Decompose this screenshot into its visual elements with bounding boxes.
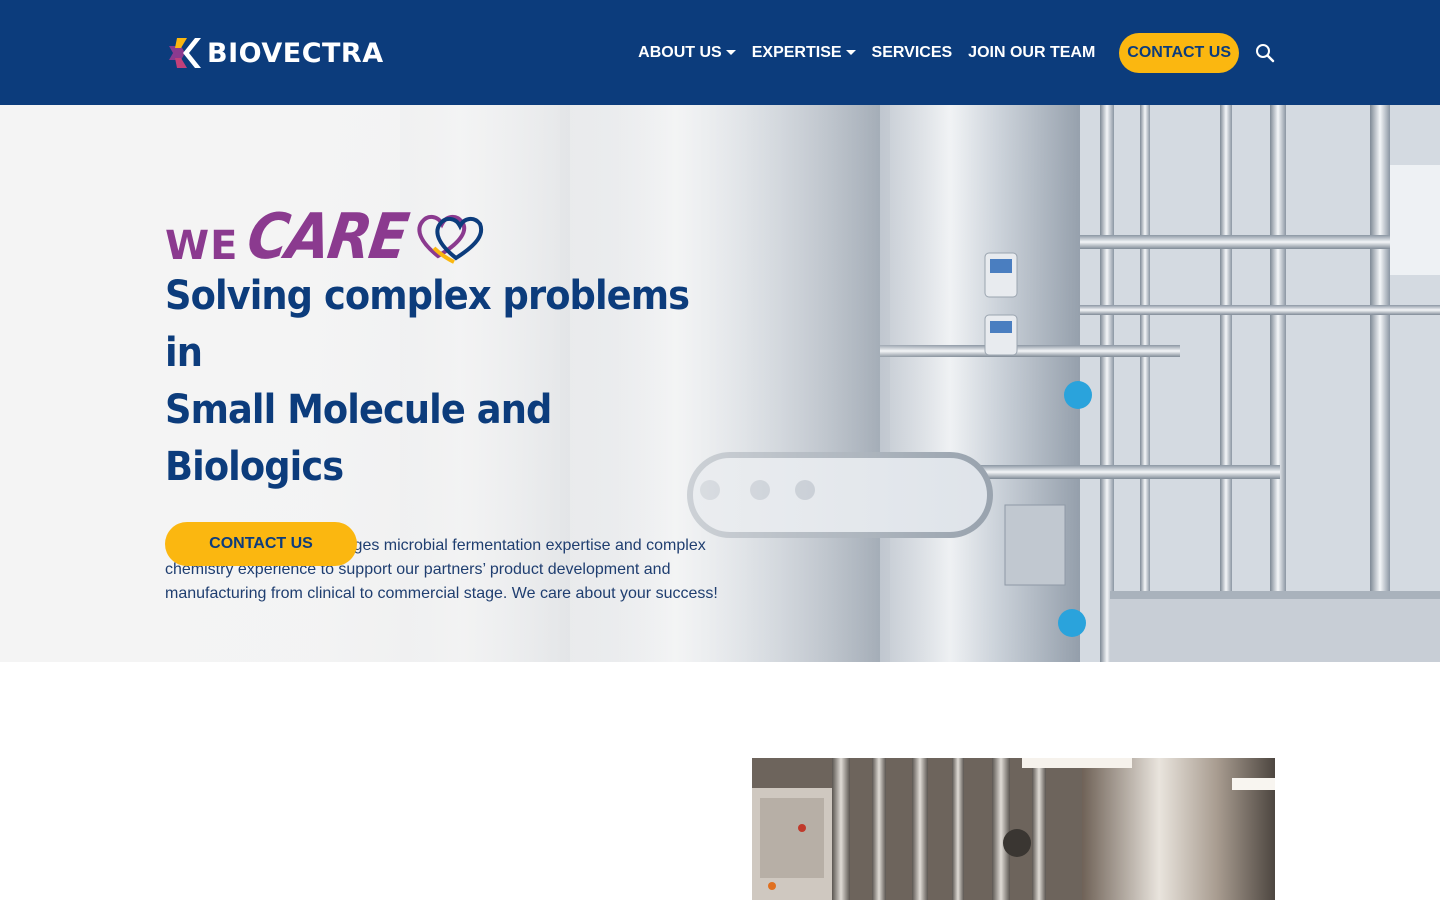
facility-photo-art xyxy=(752,758,1275,900)
nav-services[interactable]: SERVICES xyxy=(872,44,953,62)
header-contact-us-button[interactable]: CONTACT US xyxy=(1119,33,1239,73)
chevron-down-icon xyxy=(845,49,856,55)
main-nav: ABOUT US EXPERTISE SERVICES JOIN OUR TEA… xyxy=(622,33,1275,73)
biovectra-logo[interactable]: BIOVECTRA xyxy=(167,34,384,72)
nav-join-our-team[interactable]: JOIN OUR TEAM xyxy=(968,44,1095,62)
nav-expertise-label: EXPERTISE xyxy=(751,44,842,61)
hearts-icon xyxy=(417,215,484,264)
nav-about-us[interactable]: ABOUT US xyxy=(638,44,736,62)
hero-contact-us-label: CONTACT US xyxy=(209,535,313,552)
hero-headline: Solving complex problems in Small Molecu… xyxy=(165,268,735,496)
nav-about-us-label: ABOUT US xyxy=(638,44,722,61)
tagline-care: CARE xyxy=(243,201,412,274)
site-header: BIOVECTRA ABOUT US EXPERTISE SERVICES JO… xyxy=(0,0,1440,105)
hero-contact-us-button[interactable]: CONTACT US xyxy=(165,522,357,566)
tagline-we: WE xyxy=(165,223,239,269)
facility-equipment-image xyxy=(752,758,1275,900)
hero-headline-line-1: Solving complex problems in xyxy=(165,273,690,376)
we-care-tagline: WE CARE xyxy=(165,200,765,274)
biovectra-logo-mark-icon xyxy=(169,38,201,68)
nav-join-our-team-label: JOIN OUR TEAM xyxy=(968,44,1096,61)
hero-section: WE CARE Solving complex problems in Smal… xyxy=(0,105,1440,662)
search-icon[interactable] xyxy=(1255,43,1275,63)
hero-headline-line-2: Small Molecule and Biologics xyxy=(165,387,552,490)
nav-expertise[interactable]: EXPERTISE xyxy=(752,44,856,62)
header-contact-us-label: CONTACT US xyxy=(1127,44,1231,61)
chevron-down-icon xyxy=(725,49,736,55)
nav-services-label: SERVICES xyxy=(871,44,953,61)
brand-name: BIOVECTRA xyxy=(207,37,384,69)
